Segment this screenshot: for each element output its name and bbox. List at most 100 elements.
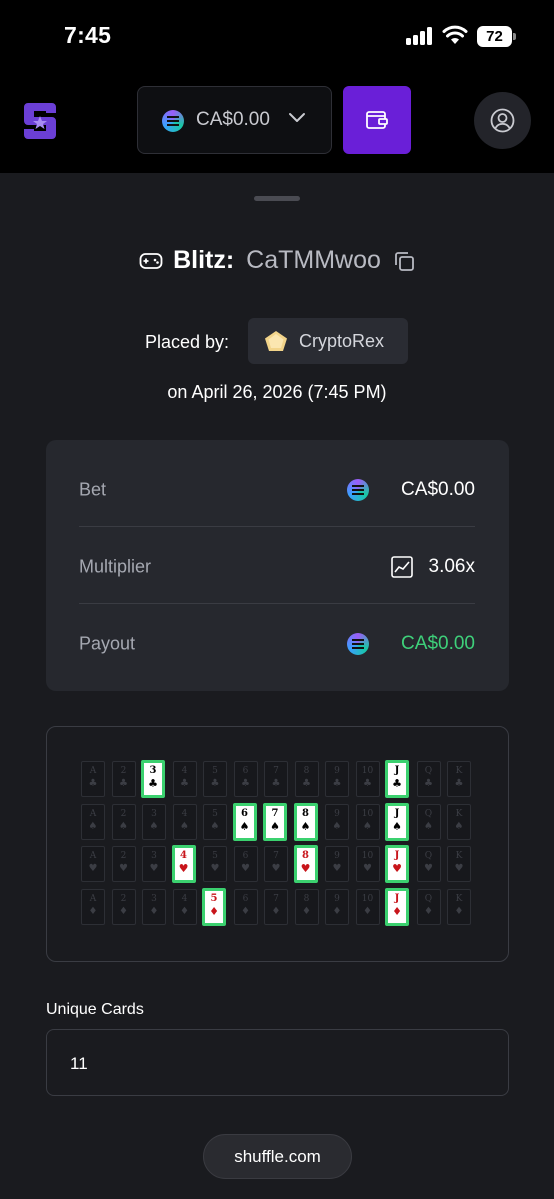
multiplier-label: Multiplier [79,556,152,577]
card-suit-clubs-icon: ♣ [119,778,128,789]
card-suit-diamonds-icon: ♦ [88,905,98,917]
bet-value: CA$0.00 [401,479,475,500]
bet-title: Blitz: CaTMMwoo [0,246,554,282]
app-header: CA$0.00 [0,67,554,173]
vip-pentagon-icon [265,331,287,351]
card-rank: 9 [334,893,340,904]
card-k-hearts: K ♥ [447,846,471,882]
bet-row: Bet CA$0.00 [79,450,475,527]
card-suit-diamonds-icon: ♦ [149,905,159,917]
profile-button[interactable] [474,92,531,149]
user-chip[interactable]: CryptoRex [248,318,408,364]
card-rank: A [89,893,97,904]
game-name: Blitz: [173,246,235,274]
card-rank: 3 [149,765,157,776]
wallet-button[interactable] [343,86,411,154]
card-rank: K [455,851,463,861]
card-q-spades: Q ♠ [416,803,441,840]
card-q-diamonds: Q ♦ [416,888,441,925]
card-rank: 10 [361,766,374,776]
card-suit-hearts-icon: ♥ [392,862,402,875]
card-rank: 7 [271,807,279,819]
card-rank: Q [424,893,433,904]
card-rank: 4 [181,808,188,819]
card-rank: 9 [334,851,340,861]
bet-date: on April 26, 2026 (7:45 PM) [167,382,387,402]
card-suit-diamonds-icon: ♦ [209,904,219,918]
card-rank: J [394,850,400,861]
card-rank: 9 [334,766,340,776]
card-2-clubs: 2 ♣ [111,761,136,797]
card-rank: 5 [210,892,218,904]
card-suit-clubs-icon: ♣ [302,778,311,789]
card-rank: 8 [303,893,310,904]
unique-cards-value: 11 [70,1054,88,1073]
solana-coin-icon [162,110,184,132]
card-rank: 4 [180,850,187,861]
card-6-hearts: 6 ♥ [233,846,258,882]
card-suit-hearts-icon: ♥ [271,863,281,874]
chart-line-icon [391,556,413,578]
card-suit-diamonds-icon: ♦ [454,905,464,917]
card-suit-spades-icon: ♠ [180,820,189,832]
card-3-spades: 3 ♠ [142,803,166,840]
card-suit-diamonds-icon: ♦ [363,905,372,917]
card-a-clubs: A ♣ [81,761,105,797]
card-rank: 2 [120,851,127,861]
balance-amount: CA$0.00 [196,109,270,130]
card-rank: 3 [151,851,157,861]
card-suit-hearts-icon: ♥ [241,863,250,874]
card-7-spades: 7 ♠ [263,802,287,841]
card-2-hearts: 2 ♥ [111,846,136,882]
card-suit-diamonds-icon: ♦ [119,905,128,917]
card-rank: A [89,851,97,861]
bet-label: Bet [79,479,107,500]
card-rank: 10 [361,893,374,904]
sheet-drag-handle[interactable] [254,196,300,201]
card-rank: 7 [273,893,279,904]
card-3-clubs: 3 ♣ [141,760,165,798]
card-j-spades: J ♠ [385,802,409,841]
card-6-clubs: 6 ♣ [233,761,258,797]
chevron-down-icon [289,113,305,122]
status-time: 7:45 [64,22,112,48]
card-rank: 6 [242,893,249,904]
card-deck-grid: A ♣ 2 ♣ 3 ♣ 4 ♣ 5 ♣ 6 ♣ 7 ♣ 8 ♣ 9 ♣ 10 ♣ J ♣ Q ♣ K ♣ A ♠ 2 ♠ 3 ♠ 4 ♠ 5 ♠ 6 ♠ 7… [46,726,509,962]
card-9-spades: 9 ♠ [325,803,349,840]
card-10-clubs: 10 ♣ [355,761,380,797]
card-suit-diamonds-icon: ♦ [332,905,342,917]
card-suit-diamonds-icon: ♦ [302,905,311,917]
card-suit-clubs-icon: ♣ [210,778,220,789]
copy-icon[interactable] [393,250,415,272]
card-rank: A [89,808,97,819]
card-suit-spades-icon: ♠ [119,820,128,832]
card-7-diamonds: 7 ♦ [264,888,288,925]
card-suit-clubs-icon: ♣ [454,778,464,789]
unique-cards-field: 11 [46,1029,509,1096]
shuffle-logo-icon[interactable] [22,101,58,141]
card-suit-spades-icon: ♠ [270,819,280,833]
card-4-hearts: 4 ♥ [171,845,196,883]
card-suit-spades-icon: ♠ [332,820,342,832]
card-8-diamonds: 8 ♦ [294,888,319,925]
solana-coin-icon [347,479,369,501]
domain-pill[interactable]: shuffle.com [203,1134,352,1179]
card-suit-hearts-icon: ♥ [424,863,433,874]
card-suit-clubs-icon: ♣ [148,777,158,790]
card-rank: K [455,808,463,819]
card-a-diamonds: A ♦ [81,888,105,925]
card-suit-diamonds-icon: ♦ [392,904,402,918]
unique-cards-label: Unique Cards [46,1001,144,1018]
card-rank: 3 [151,893,157,904]
card-rank: 10 [361,851,374,861]
balance-selector[interactable]: CA$0.00 [137,86,332,154]
card-rank: 2 [120,808,127,819]
card-j-diamonds: J ♦ [385,887,409,926]
card-rank: J [394,807,400,819]
card-suit-spades-icon: ♠ [424,820,433,832]
card-suit-clubs-icon: ♣ [241,778,250,789]
card-9-clubs: 9 ♣ [325,761,349,797]
card-rank: 3 [151,808,157,819]
card-suit-clubs-icon: ♣ [88,778,98,789]
payout-value: CA$0.00 [401,633,475,654]
